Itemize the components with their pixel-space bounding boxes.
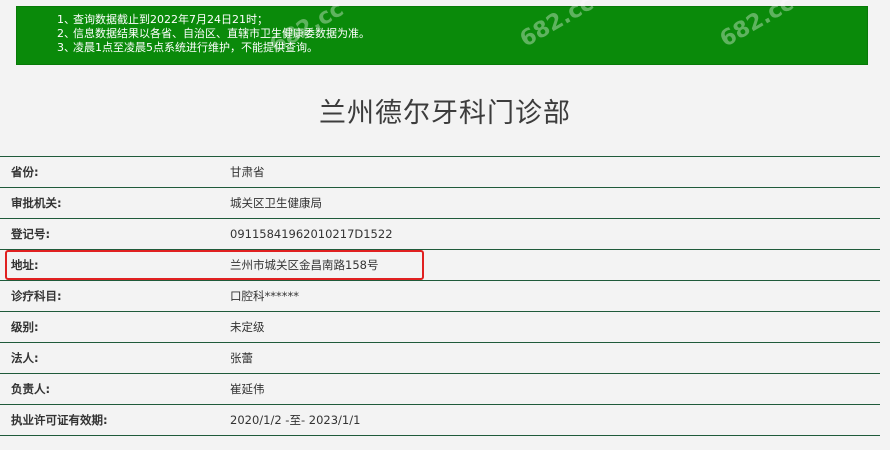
row-label: 审批机关: (11, 196, 62, 210)
notice-item: 3、 凌晨1点至凌晨5点系统进行维护，不能提供查询。 (17, 41, 867, 55)
row-label: 省份: (11, 165, 39, 179)
info-table: 省份: 甘肃省 审批机关: 城关区卫生健康局 登记号: 091158419620… (0, 156, 880, 436)
row-value: 崔延伟 (230, 382, 265, 396)
notice-text: 凌晨1点至凌晨5点系统进行维护，不能提供查询。 (73, 41, 318, 54)
row-value: 城关区卫生健康局 (230, 196, 322, 210)
row-value: 兰州市城关区金昌南路158号 (230, 258, 379, 272)
page: 1、 查询数据截止到2022年7月24日21时； 2、 信息数据结果以各省、自治… (0, 0, 890, 450)
row-value: 09115841962010217D1522 (230, 227, 393, 241)
row-value: 甘肃省 (230, 165, 265, 179)
table-row: 省份: 甘肃省 (0, 157, 880, 188)
notice-text: 查询数据截止到2022年7月24日21时； (73, 13, 268, 26)
table-row: 级别: 未定级 (0, 312, 880, 343)
row-value: 未定级 (230, 320, 265, 334)
table-row: 登记号: 09115841962010217D1522 (0, 219, 880, 250)
table-row: 负责人: 崔延伟 (0, 374, 880, 405)
table-row: 地址: 兰州市城关区金昌南路158号 (0, 250, 880, 281)
notice-item: 2、 信息数据结果以各省、自治区、直辖市卫生健康委数据为准。 (17, 27, 867, 41)
table-row: 执业许可证有效期: 2020/1/2 -至- 2023/1/1 (0, 405, 880, 436)
row-label: 负责人: (11, 382, 51, 396)
row-label: 执业许可证有效期: (11, 413, 108, 427)
row-label: 法人: (11, 351, 39, 365)
row-label: 登记号: (11, 227, 51, 241)
row-label: 级别: (11, 320, 39, 334)
table-row: 诊疗科目: 口腔科****** (0, 281, 880, 312)
notice-number: 2、 (57, 27, 75, 40)
notice-text: 信息数据结果以各省、自治区、直辖市卫生健康委数据为准。 (73, 27, 370, 40)
page-title: 兰州德尔牙科门诊部 (319, 98, 571, 129)
notice-item: 1、 查询数据截止到2022年7月24日21时； (17, 13, 867, 27)
row-value: 口腔科****** (230, 289, 299, 303)
notice-number: 3、 (57, 41, 75, 54)
row-value: 2020/1/2 -至- 2023/1/1 (230, 413, 361, 427)
row-value: 张蕾 (230, 351, 253, 365)
row-label: 地址: (11, 258, 39, 272)
table-row: 审批机关: 城关区卫生健康局 (0, 188, 880, 219)
table-row: 法人: 张蕾 (0, 343, 880, 374)
notice-number: 1、 (57, 13, 75, 26)
notice-banner: 1、 查询数据截止到2022年7月24日21时； 2、 信息数据结果以各省、自治… (16, 0, 868, 65)
row-label: 诊疗科目: (11, 289, 62, 303)
